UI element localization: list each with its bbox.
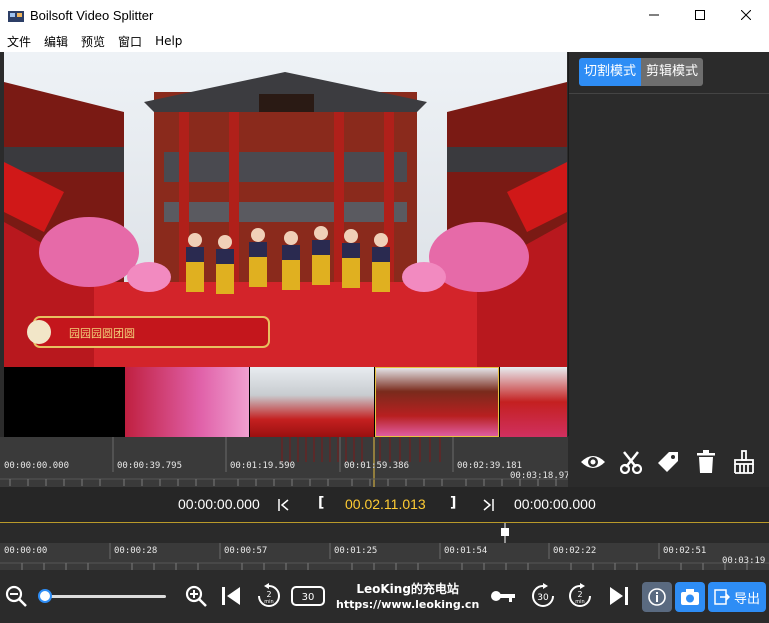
tab-split-mode[interactable]: 切割模式 (579, 58, 642, 86)
forward-30-icon[interactable]: 30 (530, 583, 556, 609)
timeline-overview[interactable]: 00:00:00.000 00:00:39.795 00:01:19.590 0… (0, 437, 575, 487)
watermark-line-2: https://www.leoking.cn (336, 598, 480, 611)
svg-text:min: min (264, 599, 273, 605)
menu-help[interactable]: Help (148, 34, 188, 48)
zoom-out-icon[interactable] (3, 583, 29, 609)
window-title: Boilsoft Video Splitter (30, 7, 154, 23)
minimize-button[interactable] (631, 0, 677, 30)
skip-to-end-icon[interactable] (606, 583, 632, 609)
menu-file[interactable]: 文件 (0, 33, 37, 50)
svg-text:2: 2 (266, 590, 271, 599)
set-start-bracket-icon[interactable]: [ (318, 495, 324, 511)
scissors-icon[interactable] (617, 448, 645, 476)
maximize-button[interactable] (677, 0, 723, 30)
eye-icon[interactable] (579, 448, 607, 476)
menu-window[interactable]: 窗口 (111, 33, 148, 50)
video-preview[interactable]: 园园园圆团圆 (4, 52, 567, 367)
timeline-top-label-5: 00:03:18.976 (510, 471, 576, 481)
close-button[interactable] (723, 0, 769, 30)
time-display-row: 00:00:00.000 [ 00.02.11.013 ] 00:00:00.0… (0, 487, 769, 522)
export-icon (714, 589, 730, 605)
start-time[interactable]: 00:00:00.000 (178, 496, 260, 512)
watermark-line-1: LeoKing的充电站 (356, 582, 459, 596)
timeline-bottom-label-5: 00:02:22 (553, 546, 597, 556)
zoom-slider-thumb[interactable] (38, 589, 52, 603)
timeline-top-label-1: 00:00:39.795 (117, 461, 183, 471)
timeline-top-label-4: 00:02:39.181 (457, 461, 523, 471)
next-mark-icon[interactable] (482, 497, 494, 516)
mode-tabs: 切割模式 剪辑模式 (579, 58, 704, 86)
menu-edit[interactable]: 编辑 (37, 33, 74, 50)
timeline-bottom-label-0: 00:00:00 (4, 546, 48, 556)
rewind-2min-icon[interactable]: 2 min (256, 583, 282, 609)
timeline-bottom-label-1: 00:00:28 (114, 546, 158, 556)
trash-icon[interactable] (692, 448, 720, 476)
svg-text:30: 30 (302, 592, 315, 603)
camera-icon (681, 589, 699, 605)
thumbnail-strip[interactable] (4, 367, 567, 437)
timeline-bottom-label-7: 00:03:19 (722, 556, 766, 566)
watermark-text: LeoKing的充电站 https://www.leoking.cn (336, 581, 479, 613)
end-time[interactable]: 00:00:00.000 (514, 496, 596, 512)
current-time: 00.02.11.013 (345, 496, 426, 512)
timeline-bottom-label-6: 00:02:51 (663, 546, 707, 556)
timeline-top-label-2: 00:01:19.590 (230, 461, 296, 471)
svg-text:min: min (575, 599, 584, 605)
prev-mark-icon[interactable] (278, 497, 290, 516)
menu-preview[interactable]: 预览 (74, 33, 111, 50)
right-panel: 切割模式 剪辑模式 (568, 52, 769, 436)
skip-to-start-icon[interactable] (218, 583, 244, 609)
thumbnail-4[interactable] (500, 367, 567, 437)
tag-icon[interactable] (654, 448, 682, 476)
export-button[interactable]: 导出 (708, 582, 766, 612)
video-frame-image: 园园园圆团圆 (4, 52, 567, 367)
thumbnail-3-selected[interactable] (375, 367, 499, 437)
thumbnail-2[interactable] (250, 367, 374, 437)
svg-text:30: 30 (537, 593, 549, 603)
tab-edit-mode[interactable]: 剪辑模式 (641, 58, 704, 86)
panel-divider (569, 93, 769, 94)
zoom-in-icon[interactable] (183, 583, 209, 609)
timeline-top-label-0: 00:00:00.000 (4, 461, 70, 471)
timeline-bottom-label-2: 00:00:57 (224, 546, 268, 556)
thumbnail-1[interactable] (125, 367, 249, 437)
set-end-bracket-icon[interactable]: ] (450, 495, 456, 511)
zoom-slider-track[interactable] (44, 595, 166, 598)
timeline-detail[interactable]: 00:00:00 00:00:28 00:00:57 00:01:25 00:0… (0, 522, 769, 570)
timeline-bottom-label-3: 00:01:25 (334, 546, 378, 556)
rewind-30-icon[interactable]: 30 (290, 583, 326, 609)
info-button[interactable] (642, 582, 672, 612)
video-banner-text: 园园园圆团圆 (69, 327, 135, 340)
segment-tools (568, 437, 769, 487)
key-icon[interactable] (490, 583, 516, 609)
title-bar: Boilsoft Video Splitter (0, 0, 769, 30)
snapshot-button[interactable] (675, 582, 705, 612)
forward-2min-icon[interactable]: 2 min (567, 583, 593, 609)
playback-controls: 2 min 30 LeoKing的充电站 https://www.leoking.… (0, 570, 769, 623)
broom-icon[interactable] (730, 448, 758, 476)
export-label: 导出 (733, 591, 760, 607)
svg-text:2: 2 (577, 590, 582, 599)
info-icon (648, 588, 666, 606)
app-icon (8, 8, 24, 22)
menu-bar: 文件 编辑 预览 窗口 Help (0, 30, 769, 52)
timeline-bottom-label-4: 00:01:54 (444, 546, 488, 556)
timeline-top-label-3: 00:01:59.386 (344, 461, 410, 471)
